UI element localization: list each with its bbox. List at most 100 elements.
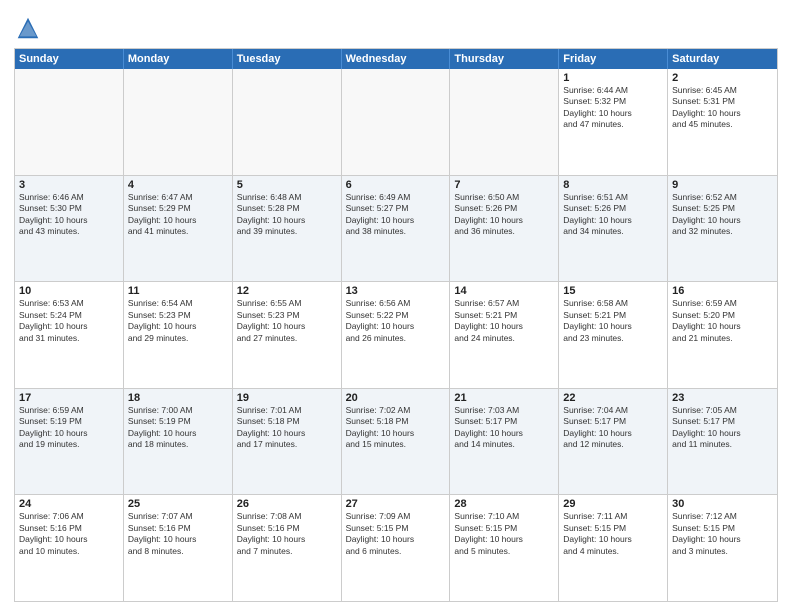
day-info: Sunrise: 7:03 AM Sunset: 5:17 PM Dayligh…	[454, 405, 554, 451]
day-info: Sunrise: 7:02 AM Sunset: 5:18 PM Dayligh…	[346, 405, 446, 451]
day-cell: 4Sunrise: 6:47 AM Sunset: 5:29 PM Daylig…	[124, 176, 233, 282]
day-number: 3	[19, 179, 119, 191]
day-number: 25	[128, 498, 228, 510]
day-cell: 22Sunrise: 7:04 AM Sunset: 5:17 PM Dayli…	[559, 389, 668, 495]
day-info: Sunrise: 6:53 AM Sunset: 5:24 PM Dayligh…	[19, 298, 119, 344]
day-number: 2	[672, 72, 773, 84]
day-cell: 2Sunrise: 6:45 AM Sunset: 5:31 PM Daylig…	[668, 69, 777, 175]
day-info: Sunrise: 7:12 AM Sunset: 5:15 PM Dayligh…	[672, 511, 773, 557]
logo-icon	[14, 14, 42, 42]
day-number: 24	[19, 498, 119, 510]
day-cell: 10Sunrise: 6:53 AM Sunset: 5:24 PM Dayli…	[15, 282, 124, 388]
day-number: 4	[128, 179, 228, 191]
empty-cell	[233, 69, 342, 175]
day-cell: 27Sunrise: 7:09 AM Sunset: 5:15 PM Dayli…	[342, 495, 451, 601]
weekday-header: Wednesday	[342, 49, 451, 69]
day-cell: 23Sunrise: 7:05 AM Sunset: 5:17 PM Dayli…	[668, 389, 777, 495]
day-info: Sunrise: 6:46 AM Sunset: 5:30 PM Dayligh…	[19, 192, 119, 238]
header	[14, 10, 778, 42]
day-number: 1	[563, 72, 663, 84]
empty-cell	[450, 69, 559, 175]
day-number: 20	[346, 392, 446, 404]
day-number: 11	[128, 285, 228, 297]
day-cell: 13Sunrise: 6:56 AM Sunset: 5:22 PM Dayli…	[342, 282, 451, 388]
calendar-row: 24Sunrise: 7:06 AM Sunset: 5:16 PM Dayli…	[15, 494, 777, 601]
day-cell: 17Sunrise: 6:59 AM Sunset: 5:19 PM Dayli…	[15, 389, 124, 495]
empty-cell	[124, 69, 233, 175]
day-number: 6	[346, 179, 446, 191]
calendar-row: 10Sunrise: 6:53 AM Sunset: 5:24 PM Dayli…	[15, 281, 777, 388]
day-cell: 25Sunrise: 7:07 AM Sunset: 5:16 PM Dayli…	[124, 495, 233, 601]
day-cell: 20Sunrise: 7:02 AM Sunset: 5:18 PM Dayli…	[342, 389, 451, 495]
day-number: 29	[563, 498, 663, 510]
day-info: Sunrise: 6:55 AM Sunset: 5:23 PM Dayligh…	[237, 298, 337, 344]
weekday-header: Monday	[124, 49, 233, 69]
day-info: Sunrise: 6:48 AM Sunset: 5:28 PM Dayligh…	[237, 192, 337, 238]
day-number: 16	[672, 285, 773, 297]
day-number: 18	[128, 392, 228, 404]
day-info: Sunrise: 6:44 AM Sunset: 5:32 PM Dayligh…	[563, 85, 663, 131]
day-cell: 30Sunrise: 7:12 AM Sunset: 5:15 PM Dayli…	[668, 495, 777, 601]
day-number: 26	[237, 498, 337, 510]
day-number: 17	[19, 392, 119, 404]
day-info: Sunrise: 6:45 AM Sunset: 5:31 PM Dayligh…	[672, 85, 773, 131]
day-cell: 3Sunrise: 6:46 AM Sunset: 5:30 PM Daylig…	[15, 176, 124, 282]
day-info: Sunrise: 7:09 AM Sunset: 5:15 PM Dayligh…	[346, 511, 446, 557]
day-info: Sunrise: 6:52 AM Sunset: 5:25 PM Dayligh…	[672, 192, 773, 238]
day-number: 8	[563, 179, 663, 191]
day-info: Sunrise: 6:57 AM Sunset: 5:21 PM Dayligh…	[454, 298, 554, 344]
day-cell: 26Sunrise: 7:08 AM Sunset: 5:16 PM Dayli…	[233, 495, 342, 601]
day-info: Sunrise: 7:01 AM Sunset: 5:18 PM Dayligh…	[237, 405, 337, 451]
day-cell: 14Sunrise: 6:57 AM Sunset: 5:21 PM Dayli…	[450, 282, 559, 388]
weekday-header: Tuesday	[233, 49, 342, 69]
weekday-header: Saturday	[668, 49, 777, 69]
day-number: 28	[454, 498, 554, 510]
day-number: 30	[672, 498, 773, 510]
day-cell: 15Sunrise: 6:58 AM Sunset: 5:21 PM Dayli…	[559, 282, 668, 388]
day-number: 12	[237, 285, 337, 297]
calendar-row: 1Sunrise: 6:44 AM Sunset: 5:32 PM Daylig…	[15, 69, 777, 175]
day-info: Sunrise: 6:54 AM Sunset: 5:23 PM Dayligh…	[128, 298, 228, 344]
day-info: Sunrise: 6:58 AM Sunset: 5:21 PM Dayligh…	[563, 298, 663, 344]
day-cell: 29Sunrise: 7:11 AM Sunset: 5:15 PM Dayli…	[559, 495, 668, 601]
day-cell: 8Sunrise: 6:51 AM Sunset: 5:26 PM Daylig…	[559, 176, 668, 282]
day-cell: 16Sunrise: 6:59 AM Sunset: 5:20 PM Dayli…	[668, 282, 777, 388]
day-info: Sunrise: 6:59 AM Sunset: 5:20 PM Dayligh…	[672, 298, 773, 344]
day-cell: 28Sunrise: 7:10 AM Sunset: 5:15 PM Dayli…	[450, 495, 559, 601]
day-number: 5	[237, 179, 337, 191]
day-info: Sunrise: 7:07 AM Sunset: 5:16 PM Dayligh…	[128, 511, 228, 557]
day-cell: 18Sunrise: 7:00 AM Sunset: 5:19 PM Dayli…	[124, 389, 233, 495]
day-number: 27	[346, 498, 446, 510]
day-info: Sunrise: 6:56 AM Sunset: 5:22 PM Dayligh…	[346, 298, 446, 344]
day-info: Sunrise: 6:51 AM Sunset: 5:26 PM Dayligh…	[563, 192, 663, 238]
weekday-header: Sunday	[15, 49, 124, 69]
day-cell: 12Sunrise: 6:55 AM Sunset: 5:23 PM Dayli…	[233, 282, 342, 388]
day-cell: 11Sunrise: 6:54 AM Sunset: 5:23 PM Dayli…	[124, 282, 233, 388]
page: SundayMondayTuesdayWednesdayThursdayFrid…	[0, 0, 792, 612]
empty-cell	[342, 69, 451, 175]
logo	[14, 14, 44, 42]
day-info: Sunrise: 7:00 AM Sunset: 5:19 PM Dayligh…	[128, 405, 228, 451]
calendar-header: SundayMondayTuesdayWednesdayThursdayFrid…	[15, 49, 777, 69]
weekday-header: Friday	[559, 49, 668, 69]
day-number: 7	[454, 179, 554, 191]
day-number: 22	[563, 392, 663, 404]
day-cell: 7Sunrise: 6:50 AM Sunset: 5:26 PM Daylig…	[450, 176, 559, 282]
day-number: 9	[672, 179, 773, 191]
day-info: Sunrise: 7:11 AM Sunset: 5:15 PM Dayligh…	[563, 511, 663, 557]
day-cell: 1Sunrise: 6:44 AM Sunset: 5:32 PM Daylig…	[559, 69, 668, 175]
day-info: Sunrise: 7:08 AM Sunset: 5:16 PM Dayligh…	[237, 511, 337, 557]
day-cell: 24Sunrise: 7:06 AM Sunset: 5:16 PM Dayli…	[15, 495, 124, 601]
day-cell: 5Sunrise: 6:48 AM Sunset: 5:28 PM Daylig…	[233, 176, 342, 282]
day-info: Sunrise: 7:05 AM Sunset: 5:17 PM Dayligh…	[672, 405, 773, 451]
weekday-header: Thursday	[450, 49, 559, 69]
day-number: 19	[237, 392, 337, 404]
day-info: Sunrise: 7:06 AM Sunset: 5:16 PM Dayligh…	[19, 511, 119, 557]
day-info: Sunrise: 6:47 AM Sunset: 5:29 PM Dayligh…	[128, 192, 228, 238]
day-cell: 19Sunrise: 7:01 AM Sunset: 5:18 PM Dayli…	[233, 389, 342, 495]
calendar-row: 3Sunrise: 6:46 AM Sunset: 5:30 PM Daylig…	[15, 175, 777, 282]
day-number: 15	[563, 285, 663, 297]
day-number: 10	[19, 285, 119, 297]
day-info: Sunrise: 7:04 AM Sunset: 5:17 PM Dayligh…	[563, 405, 663, 451]
day-number: 13	[346, 285, 446, 297]
